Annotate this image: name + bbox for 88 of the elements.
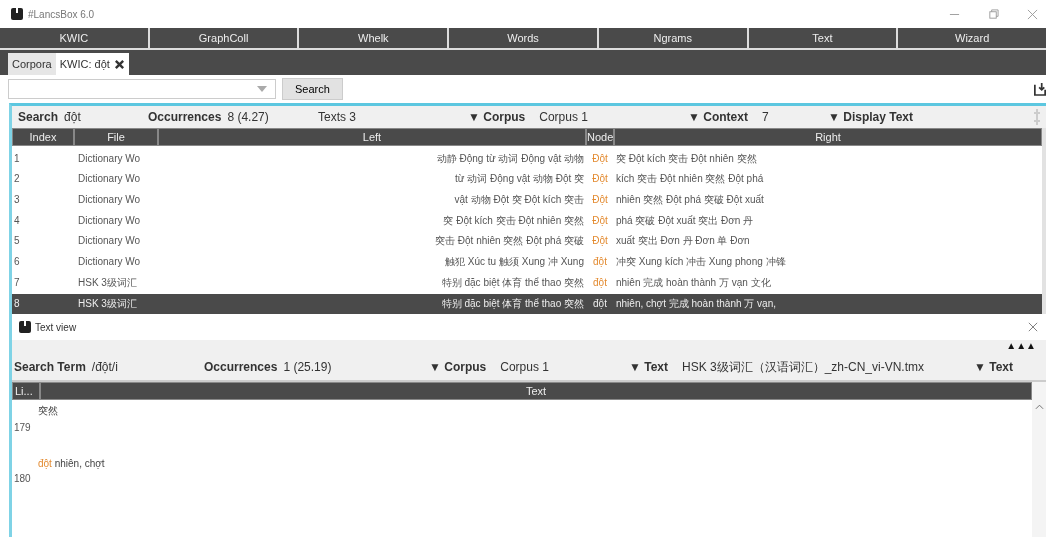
app-logo-icon (18, 320, 32, 335)
column-header[interactable]: Left (158, 128, 586, 146)
app-logo-icon (10, 7, 24, 21)
table-cell-text: Dictionary Wo (77, 193, 142, 208)
table-cell-text: Dictionary Wo (77, 255, 142, 270)
column-header[interactable]: Text (40, 382, 1032, 401)
table-cell-text: 突击 Đột nhiên 突然 Đột phá 突破 (434, 234, 585, 249)
table-cell-text: 2 (13, 172, 21, 187)
text-line: 突然 (37, 404, 59, 419)
tool-tab[interactable]: Text (748, 28, 899, 50)
table-cell-text: Dictionary Wo (77, 234, 142, 249)
tool-tab[interactable]: Ngrams (598, 28, 749, 50)
table-cell-text: Đột (591, 234, 609, 249)
table-cell-text: 动静 Động từ 动词 Động vật 动物 (435, 151, 585, 166)
dropdown-toggle[interactable]: ▼ Corpus (468, 110, 526, 124)
table-cell-text: 1 (13, 151, 21, 166)
scroll-up-icon[interactable] (1034, 404, 1044, 411)
window-title: #LancsBox 6.0 (28, 8, 95, 20)
table-cell-text: Đột (591, 151, 609, 166)
stat-label: Texts 3 (318, 110, 357, 124)
table-cell-text: HSK 3级词汇 (77, 275, 138, 290)
document-tab[interactable]: KWIC: đột (55, 53, 129, 75)
table-cell: 特别 đặc biệt 体育 thể thao 突然 (158, 293, 586, 315)
dropdown-toggle[interactable]: ▼ Display Text (828, 110, 913, 124)
table-cell-text: vật 动物 Đột 突 Đột kích 突击 (453, 193, 585, 208)
line-number: 180 (13, 472, 32, 485)
table-cell-text: từ 动词 Động vật 动物 Đột 突 (454, 172, 585, 187)
table-cell-text: 冲突 Xung kích 冲击 Xung phong 冲锋 (615, 255, 787, 270)
search-field[interactable] (8, 79, 276, 99)
table-cell: nhiên, chợt 完成 hoàn thành 万 vạn, (614, 293, 1042, 315)
dropdown-icon[interactable] (257, 86, 267, 92)
dropdown-toggle[interactable]: ▼ Corpus (429, 360, 487, 375)
line-number: 179 (13, 421, 32, 434)
dropdown-toggle[interactable]: ▼ Text (974, 360, 1013, 375)
dropdown-toggle[interactable]: ▼ Text (629, 360, 668, 375)
drag-handle-icon[interactable] (1034, 109, 1040, 125)
table-cell-text: 触犯 Xúc tu 触须 Xung 冲 Xung (444, 255, 585, 270)
table-cell-text: nhiên 完成 hoàn thành 万 vạn 文化 (615, 275, 772, 290)
table-cell-text: đột (592, 275, 608, 290)
tool-tab[interactable]: Whelk (299, 28, 450, 50)
tool-tab[interactable]: KWIC (0, 28, 150, 50)
search-button[interactable]: Search (282, 78, 343, 100)
text-line: đột nhiên, chợt (37, 457, 106, 470)
table-cell-text: Đột (591, 172, 609, 187)
table-cell-text: 4 (13, 213, 21, 228)
stat-label: Occurrences 8 (4.27) (148, 110, 270, 124)
panel-title: Text view (35, 321, 77, 333)
collapse-toggle[interactable]: ▲▲▲ (1006, 340, 1036, 352)
stat-value: Corpus 1 (539, 110, 588, 124)
table-cell-text: kích 突击 Đột nhiên 突然 Đột phá (615, 172, 765, 187)
table-cell-text: Đột (591, 213, 609, 228)
table-cell-text: đột (592, 255, 608, 270)
table-cell-text: 6 (13, 255, 21, 270)
table-cell: 8 (12, 293, 74, 315)
stat-value: Corpus 1 (500, 360, 549, 375)
document-tab[interactable]: Corpora (8, 53, 56, 75)
table-cell: HSK 3级词汇 (74, 293, 158, 315)
stat-value: 7 (761, 110, 769, 124)
stat-label: Search Term /đột/i (14, 360, 119, 375)
tool-tab[interactable]: Words (449, 28, 599, 50)
stat-value: HSK 3级词汇（汉语词汇）_zh-CN_vi-VN.tmx (682, 358, 925, 376)
table-cell-text: phá 突破 Đột xuất 突出 Đơn 丹 (615, 213, 755, 228)
table-cell-text: 突 Đột kích 突击 Đột nhiên 突然 (615, 151, 758, 166)
column-header[interactable]: File (74, 128, 158, 146)
table-cell-text: Dictionary Wo (77, 172, 142, 187)
table-cell-text: Dictionary Wo (77, 213, 142, 228)
table-cell-text: Dictionary Wo (77, 151, 142, 166)
table-cell-text: xuất 突出 Đơn 丹 Đơn 单 Đơn (615, 234, 751, 249)
tool-tab[interactable]: GraphColl (149, 28, 300, 50)
column-header[interactable]: Right (614, 128, 1042, 146)
export-icon[interactable] (1034, 81, 1046, 97)
dropdown-toggle[interactable]: ▼ Context (688, 110, 748, 124)
table-cell: đột (586, 293, 614, 315)
column-header[interactable]: Node (586, 128, 614, 146)
column-header[interactable]: Li... (12, 382, 40, 401)
table-cell-text: nhiên 突然 Đột phá 突破 Đột xuất (615, 193, 765, 208)
stat-label: Search đột (18, 110, 82, 124)
stat-label: Occurrences 1 (25.19) (204, 360, 333, 375)
table-cell-text: 突 Đột kích 突击 Đột nhiên 突然 (442, 213, 585, 228)
table-cell-text: 3 (13, 193, 21, 208)
table-cell-text: Đột (591, 193, 609, 208)
column-header[interactable]: Index (12, 128, 74, 146)
table-cell-text: 特别 đặc biệt 体育 thể thao 突然 (440, 275, 585, 290)
table-cell-text: 5 (13, 234, 21, 249)
scrollbar[interactable] (1032, 382, 1046, 537)
table-cell-text: 7 (13, 275, 21, 290)
close-icon[interactable] (113, 58, 125, 70)
restore-icon[interactable] (988, 8, 999, 20)
